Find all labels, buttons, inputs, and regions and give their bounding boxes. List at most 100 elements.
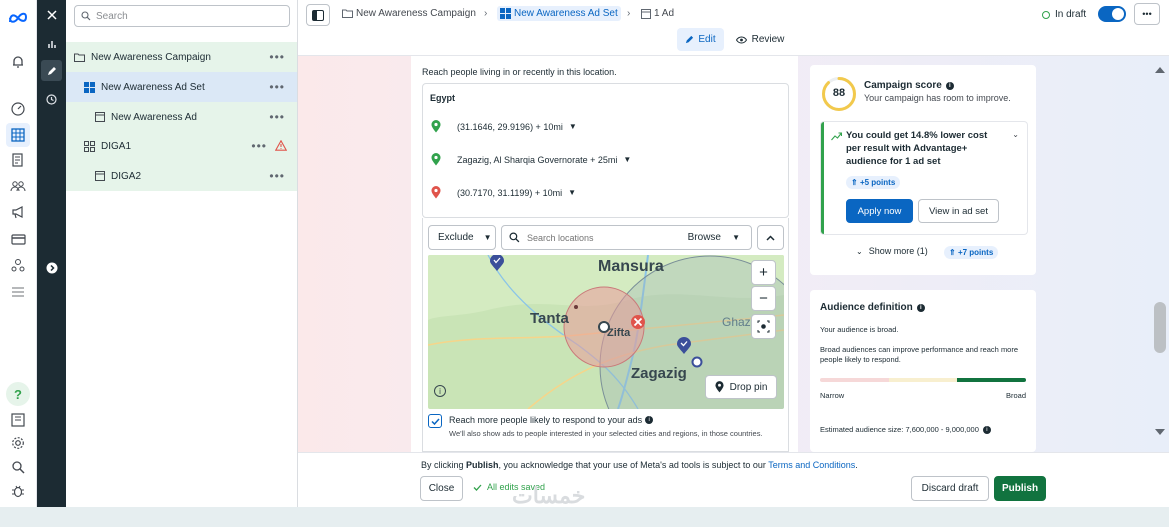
location-section: Reach people living in or recently in th… [411,56,798,452]
chevron-down-icon[interactable]: ⌄ [1012,130,1019,139]
chevron-down-icon[interactable]: ▼ [732,233,740,242]
page-bottom-strip [0,507,1169,527]
tab-label: Review [751,34,785,45]
location-entry[interactable]: (30.7170, 31.1199) + 10mi ▼ [431,186,576,199]
menu-hamburger-icon[interactable] [6,280,30,304]
tree-item-campaign[interactable]: New Awareness Campaign ••• [66,42,297,72]
expand-panel-icon[interactable] [41,257,62,278]
chevron-down-icon[interactable]: ▼ [568,188,576,197]
advantage-checkbox[interactable] [428,414,442,428]
billing-card-icon[interactable] [6,227,30,251]
toggle-sidebar-button[interactable] [306,4,330,26]
info-icon[interactable]: i [645,416,654,424]
view-in-ad-set-button[interactable]: View in ad set [918,199,999,223]
points-value: +5 points [859,178,896,187]
tree-item-label: New Awareness Campaign [91,51,211,63]
estimated-size-row: Estimated audience size: 7,600,000 - 9,0… [820,425,991,434]
zoom-in-button[interactable]: + [751,260,776,285]
bug-report-icon[interactable] [6,479,30,503]
campaign-tree-panel: New Awareness Campaign ••• New Awareness… [66,0,298,507]
dashboard-gauge-icon[interactable] [6,97,30,121]
location-entry[interactable]: (31.1646, 29.9196) + 10mi ▼ [431,120,577,133]
terms-link[interactable]: Terms and Conditions [768,460,855,470]
map-info-icon[interactable]: i [434,385,446,397]
more-actions-button[interactable]: ••• [1134,3,1160,25]
audiences-icon[interactable] [6,174,30,198]
tree-item-diga2[interactable]: DIGA2 ••• [66,161,297,191]
info-icon[interactable]: i [945,81,954,90]
info-icon[interactable]: i [982,425,991,434]
tab-review[interactable]: Review [732,28,788,51]
more-options-icon[interactable]: ••• [269,80,285,94]
ad-icon [95,171,105,181]
edit-pencil-icon[interactable] [41,60,62,81]
business-tools-icon[interactable] [6,253,30,277]
megaphone-icon[interactable] [6,200,30,224]
close-button[interactable]: Close [420,476,463,501]
tree-item-diga1[interactable]: DIGA1 ••• [66,131,297,161]
tree-search-field[interactable] [74,5,290,27]
broad-label: Broad [1005,391,1026,400]
breadcrumb-ad[interactable]: 1 Ad [641,8,674,19]
location-map[interactable]: Mansura Tanta Zifta Zagazig Ghaz + − Dro… [428,255,784,409]
show-more-link[interactable]: ⌄ Show more (1) [856,246,928,256]
publish-button[interactable]: Publish [994,476,1046,501]
close-icon[interactable] [41,4,62,25]
exclude-dropdown[interactable]: Exclude ▼ [428,225,496,250]
map-label: Ghaz [722,315,751,329]
more-options-icon[interactable]: ••• [251,139,267,153]
chevron-down-icon[interactable]: ▼ [623,155,631,164]
edit-pencil-icon [686,35,694,44]
reports-icon[interactable] [6,408,30,432]
zoom-out-button[interactable]: − [751,286,776,311]
apply-now-button[interactable]: Apply now [846,199,913,223]
tree-item-ad[interactable]: New Awareness Ad ••• [66,102,297,132]
breadcrumb-adset[interactable]: New Awareness Ad Set [497,6,621,21]
breadcrumb-campaign[interactable]: New Awareness Campaign [342,8,476,19]
recenter-button[interactable] [751,314,776,339]
score-subtitle: Your campaign has room to improve. [864,93,1011,103]
checkmark-icon [430,417,440,425]
notifications-bell-icon[interactable] [6,50,30,74]
more-options-icon[interactable]: ••• [269,169,285,183]
meter-segment-mid [888,378,958,382]
meta-logo-icon[interactable] [6,6,30,30]
discard-draft-button[interactable]: Discard draft [911,476,989,501]
campaign-on-off-toggle[interactable] [1098,6,1126,22]
recommendation-card: You could get 14.8% lower cost per resul… [821,122,1027,234]
location-pin-icon [431,120,441,133]
checkmark-icon [473,484,482,491]
browse-button[interactable]: Browse [688,232,721,243]
location-search-input[interactable] [527,232,677,243]
tree-item-adset[interactable]: New Awareness Ad Set ••• [66,72,297,102]
warning-icon [275,140,287,151]
tree-search-input[interactable] [96,10,276,22]
settings-gear-icon[interactable] [6,431,30,455]
chevron-down-icon: ⌄ [856,246,863,256]
more-options-icon[interactable]: ••• [269,50,285,64]
score-title: Campaign score [864,80,942,91]
chevron-down-icon[interactable]: ▼ [569,122,577,131]
search-icon [509,232,520,243]
scroll-down-arrow[interactable] [1153,428,1167,438]
location-search-field[interactable]: Browse ▼ [501,225,752,250]
collapse-button[interactable] [757,225,784,250]
pages-icon[interactable] [6,148,30,172]
tab-label: Edit [698,34,716,45]
info-icon[interactable]: i [916,303,925,312]
tab-edit[interactable]: Edit [677,28,724,51]
status-dot-icon [1042,10,1050,19]
meter-segment-narrow [820,378,889,382]
points-value: +7 points [957,248,994,257]
ads-manager-table-icon[interactable] [6,123,30,147]
help-icon[interactable]: ? [6,382,30,406]
drop-pin-button[interactable]: Drop pin [705,375,777,399]
search-icon[interactable] [6,455,30,479]
scroll-up-arrow[interactable] [1153,66,1167,76]
scrollbar-thumb[interactable] [1154,302,1166,353]
bar-chart-icon[interactable] [41,33,62,54]
more-options-icon[interactable]: ••• [269,110,285,124]
history-clock-icon[interactable] [41,89,62,110]
location-entry[interactable]: Zagazig, Al Sharqia Governorate + 25mi ▼ [431,153,631,166]
breadcrumb-separator-icon: › [484,8,488,19]
